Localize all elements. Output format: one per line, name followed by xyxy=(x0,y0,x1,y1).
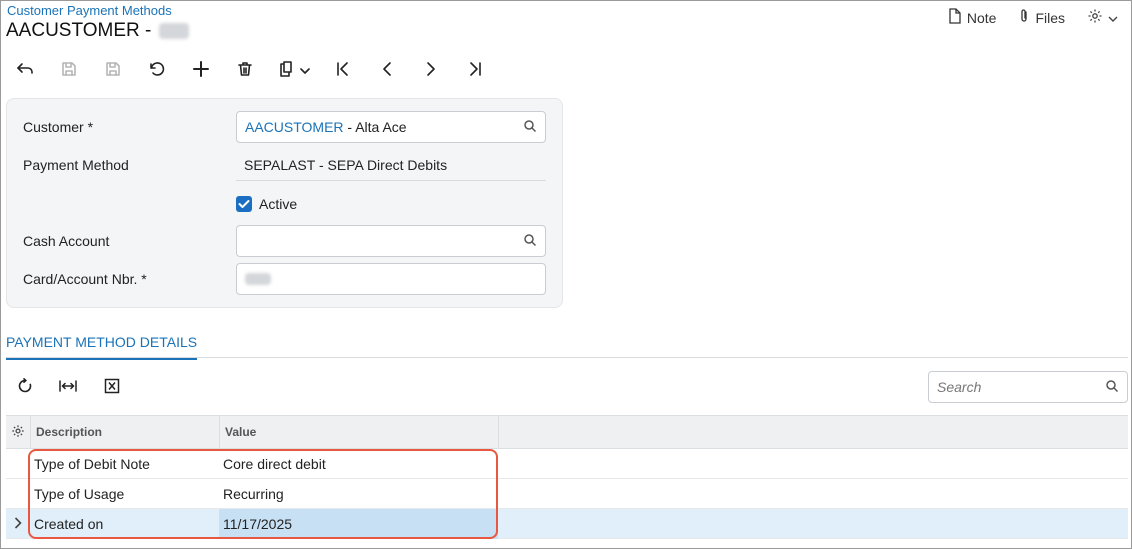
cell-value[interactable]: Core direct debit xyxy=(219,449,498,479)
last-icon xyxy=(467,61,483,80)
trash-icon xyxy=(237,61,253,80)
cell-value-active[interactable]: 11/17/2025 xyxy=(219,509,498,539)
first-icon xyxy=(335,61,351,80)
cash-account-label: Cash Account xyxy=(23,233,110,249)
search-icon[interactable] xyxy=(523,233,537,250)
delete-button[interactable] xyxy=(232,57,258,83)
active-label: Active xyxy=(259,196,298,212)
last-record-button[interactable] xyxy=(462,57,488,83)
redacted-title-suffix xyxy=(159,23,190,39)
next-record-button[interactable] xyxy=(418,57,444,83)
main-toolbar xyxy=(12,57,506,83)
page-title-text: AACUSTOMER - xyxy=(6,20,152,41)
customer-selector[interactable]: AACUSTOMER - Alta Ace xyxy=(236,111,546,143)
page-title: AACUSTOMER - xyxy=(6,20,190,42)
fit-width-icon xyxy=(59,379,77,396)
customer-label-text: Customer xyxy=(23,119,84,135)
first-record-button[interactable] xyxy=(330,57,356,83)
back-button[interactable] xyxy=(12,57,38,83)
clipboard-icon xyxy=(278,60,294,80)
payment-method-label: Payment Method xyxy=(23,157,129,173)
customer-label: Customer * xyxy=(23,119,93,135)
previous-record-button[interactable] xyxy=(374,57,400,83)
checkbox-checked-icon[interactable] xyxy=(236,196,252,212)
paperclip-icon xyxy=(1018,8,1030,27)
breadcrumb[interactable]: Customer Payment Methods xyxy=(7,3,172,18)
search-input[interactable] xyxy=(937,379,1105,395)
copy-paste-menu-button[interactable] xyxy=(276,57,312,83)
cell-description: Type of Usage xyxy=(34,486,125,502)
note-label: Note xyxy=(966,9,997,26)
refresh-icon xyxy=(17,377,33,397)
note-button[interactable]: Note xyxy=(948,8,997,27)
redacted-account-number xyxy=(245,273,271,285)
table-row[interactable]: Type of Debit Note Core direct debit xyxy=(6,449,1128,479)
save-close-icon xyxy=(61,61,77,80)
plus-icon xyxy=(193,60,209,80)
payment-method-value: SEPALAST - SEPA Direct Debits xyxy=(244,156,448,173)
settings-menu-button[interactable] xyxy=(1087,8,1118,27)
save-icon xyxy=(105,61,121,80)
customer-name: - Alta Ace xyxy=(343,119,407,135)
fit-to-screen-button[interactable] xyxy=(55,374,81,400)
chevron-right-icon xyxy=(423,61,439,80)
row-selector[interactable] xyxy=(6,509,30,539)
chevron-down-icon xyxy=(300,62,310,78)
card-account-label-text: Card/Account Nbr. xyxy=(23,271,138,287)
gear-icon xyxy=(11,424,25,441)
required-marker: * xyxy=(141,271,147,287)
cell-description: Created on xyxy=(34,516,104,532)
active-checkbox[interactable]: Active xyxy=(236,196,297,212)
files-button[interactable]: Files xyxy=(1018,8,1065,27)
document-icon xyxy=(948,8,962,27)
grid-search-box[interactable] xyxy=(928,371,1128,403)
column-settings-button[interactable] xyxy=(6,416,30,448)
undo-icon xyxy=(148,61,166,80)
files-label: Files xyxy=(1035,9,1065,26)
export-excel-button[interactable] xyxy=(99,374,125,400)
customer-id-link[interactable]: AACUSTOMER xyxy=(245,119,344,135)
top-actions: Note Files xyxy=(948,8,1118,27)
grid-header: Description Value xyxy=(6,415,1128,449)
column-header-description[interactable]: Description xyxy=(30,416,219,448)
gear-icon xyxy=(1087,8,1103,27)
required-marker: * xyxy=(87,119,94,135)
table-row[interactable]: Type of Usage Recurring xyxy=(6,479,1128,509)
save-and-close-button[interactable] xyxy=(56,57,82,83)
excel-icon xyxy=(104,378,120,397)
add-button[interactable] xyxy=(188,57,214,83)
card-account-field[interactable] xyxy=(236,263,546,295)
cash-account-selector[interactable] xyxy=(236,225,546,257)
cell-value[interactable]: Recurring xyxy=(219,479,498,509)
table-row-selected[interactable]: Created on 11/17/2025 xyxy=(6,509,1128,539)
customer-value: AACUSTOMER - Alta Ace xyxy=(245,119,523,135)
search-icon[interactable] xyxy=(523,119,537,136)
refresh-button[interactable] xyxy=(12,374,38,400)
column-header-value[interactable]: Value xyxy=(219,416,498,448)
back-arrow-icon xyxy=(16,62,34,79)
chevron-right-icon xyxy=(13,516,23,533)
save-button[interactable] xyxy=(100,57,126,83)
payment-method-field: SEPALAST - SEPA Direct Debits xyxy=(236,149,546,181)
tab-divider xyxy=(6,357,1128,358)
column-header-empty xyxy=(498,416,1128,448)
search-icon[interactable] xyxy=(1105,379,1119,396)
chevron-left-icon xyxy=(379,61,395,80)
card-account-label: Card/Account Nbr. * xyxy=(23,271,147,287)
cell-description: Type of Debit Note xyxy=(34,456,150,472)
cancel-button[interactable] xyxy=(144,57,170,83)
chevron-down-icon xyxy=(1108,10,1118,26)
